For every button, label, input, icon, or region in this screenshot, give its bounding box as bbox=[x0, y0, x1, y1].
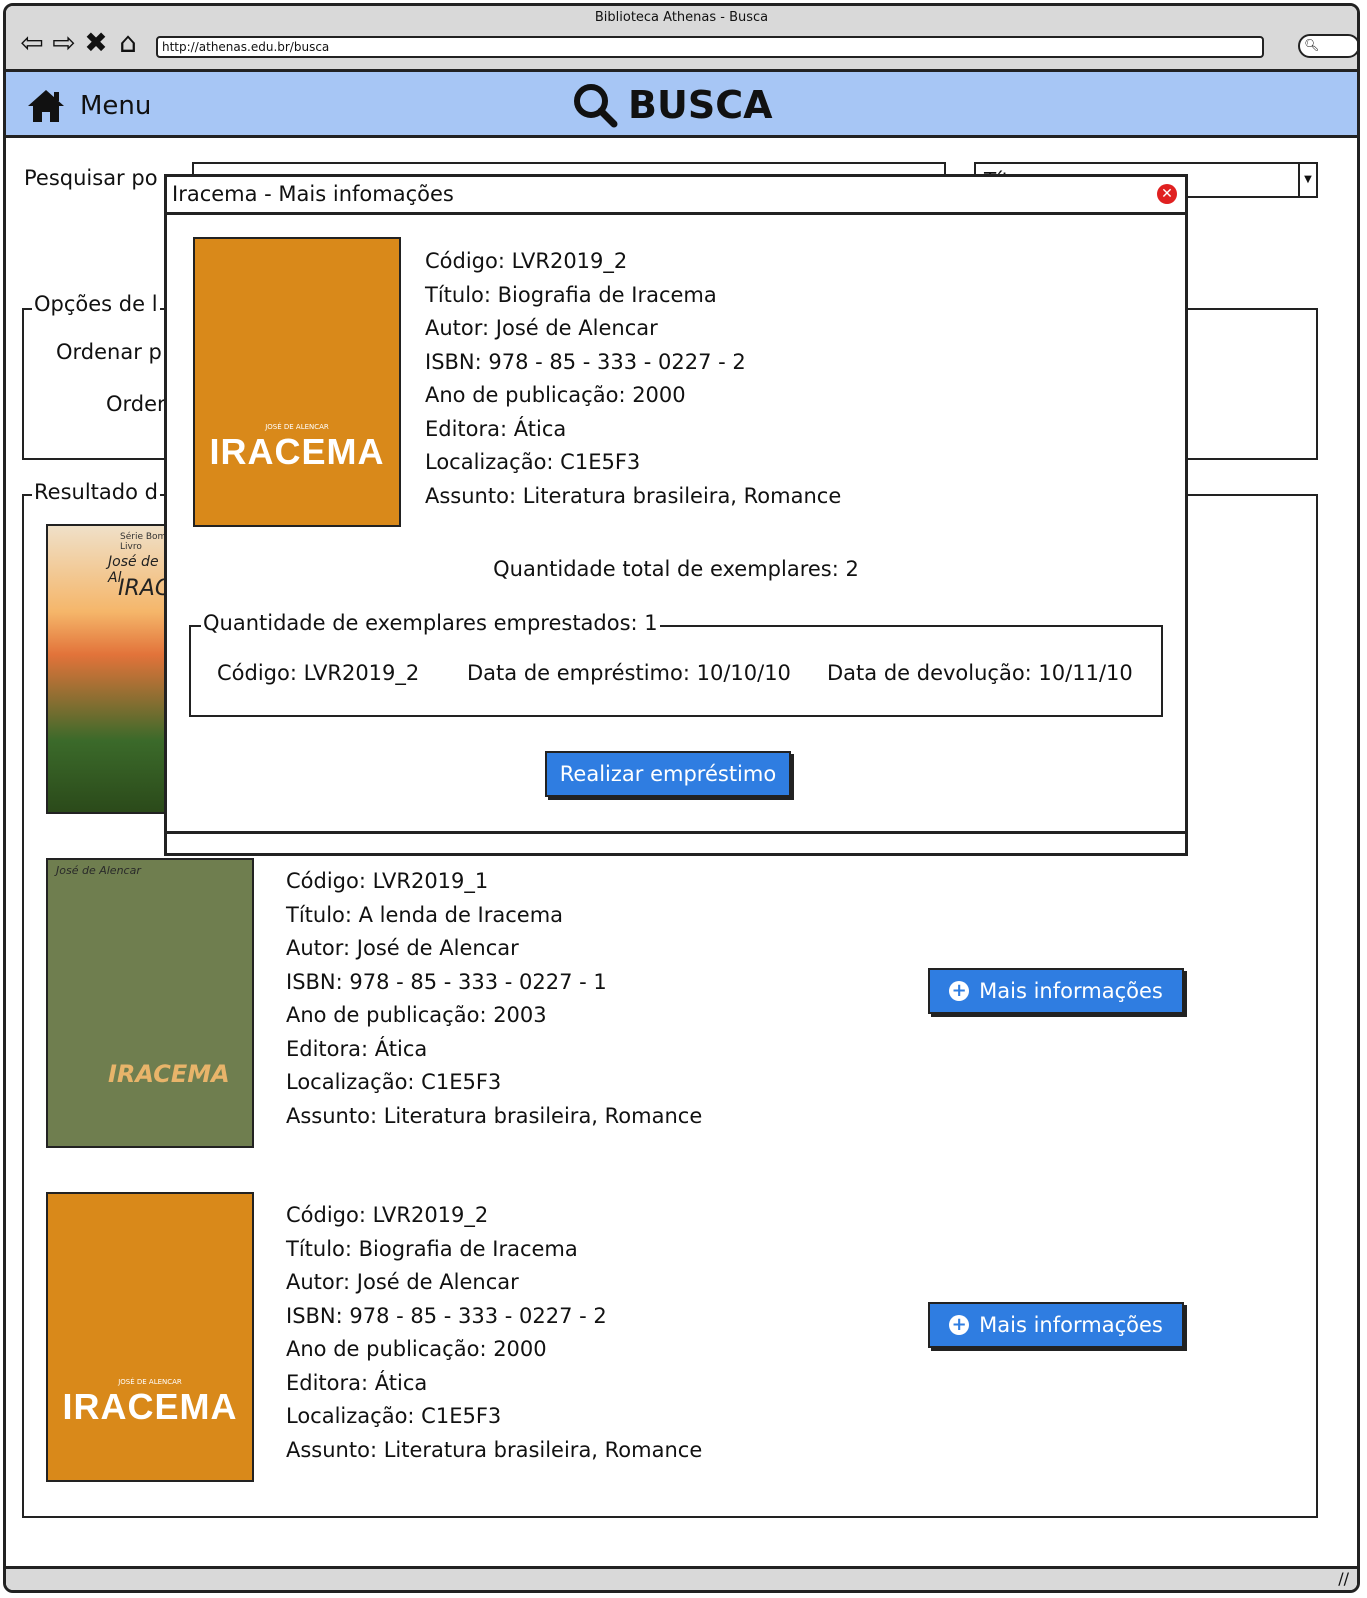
search-icon bbox=[574, 84, 618, 128]
close-icon[interactable]: ✕ bbox=[1157, 184, 1177, 204]
modal-book-info: Código: LVR2019_2 Título: Biografia de I… bbox=[425, 245, 841, 513]
order-by-label: Ordenar p bbox=[56, 340, 162, 364]
loan-button[interactable]: Realizar empréstimo bbox=[545, 751, 791, 797]
modal-title: Iracema - Mais infomações bbox=[172, 182, 454, 206]
loan-date: Data de empréstimo: 10/10/10 bbox=[467, 661, 791, 685]
book-publisher: Editora: Ática bbox=[286, 1036, 428, 1061]
book-details-modal: Iracema - Mais infomações ✕ JOSÉ DE ALEN… bbox=[164, 174, 1188, 856]
book-author: Autor: José de Alencar bbox=[286, 936, 519, 960]
book-code: Código: LVR2019_2 bbox=[425, 249, 628, 273]
search-icon: 🔍︎ bbox=[1304, 38, 1320, 52]
book-year: Ano de publicação: 2000 bbox=[425, 383, 686, 407]
book-code: Código: LVR2019_2 bbox=[286, 1203, 489, 1227]
modal-book-cover: JOSÉ DE ALENCAR IRACEMA bbox=[193, 237, 401, 527]
book-cover-2: José de Alencar IRACEMA bbox=[46, 858, 254, 1148]
browser-window: Biblioteca Athenas - Busca ⇦ ⇨ ✖ ⌂ http://a… bbox=[3, 3, 1360, 1593]
book-subject: Assunto: Literatura brasileira, Romance bbox=[425, 483, 842, 508]
nav-buttons: ⇦ ⇨ ✖ ⌂ bbox=[18, 26, 146, 59]
book-subject: Assunto: Literatura brasileira, Romance bbox=[286, 1103, 703, 1128]
book-publisher: Editora: Ática bbox=[286, 1370, 428, 1395]
book-location: Localização: C1E5F3 bbox=[286, 1070, 502, 1094]
home-icon[interactable]: ⌂ bbox=[114, 26, 146, 59]
forward-icon[interactable]: ⇨ bbox=[50, 26, 82, 59]
book-title: Título: Biografia de Iracema bbox=[425, 282, 717, 307]
options-legend: Opções de l bbox=[32, 292, 160, 316]
status-bar: // bbox=[6, 1566, 1357, 1590]
more-info-label: Mais informações bbox=[979, 979, 1163, 1003]
modal-titlebar: Iracema - Mais infomações ✕ bbox=[167, 177, 1185, 215]
order-label: Order bbox=[106, 392, 166, 416]
cover-author: José de Alencar bbox=[56, 864, 141, 877]
chevron-down-icon[interactable]: ▼ bbox=[1298, 164, 1316, 196]
book-isbn: ISBN: 978 - 85 - 333 - 0227 - 1 bbox=[286, 969, 607, 994]
stop-icon[interactable]: ✖ bbox=[82, 26, 114, 59]
book-year: Ano de publicação: 2003 bbox=[286, 1003, 547, 1027]
window-title: Biblioteca Athenas - Busca bbox=[594, 10, 769, 25]
cover-author: JOSÉ DE ALENCAR bbox=[265, 423, 329, 431]
book-isbn: ISBN: 978 - 85 - 333 - 0227 - 2 bbox=[286, 1303, 607, 1328]
page-title: BUSCA bbox=[572, 82, 773, 128]
page-title-text: BUSCA bbox=[628, 83, 773, 127]
browser-search[interactable]: 🔍︎ bbox=[1298, 34, 1357, 58]
book-location: Localização: C1E5F3 bbox=[425, 450, 641, 474]
loans-legend: Quantidade de exemplares emprestados: 1 bbox=[201, 611, 660, 635]
book-author: Autor: José de Alencar bbox=[425, 316, 658, 340]
resize-grip-icon[interactable]: // bbox=[1338, 1569, 1349, 1588]
book-isbn: ISBN: 978 - 85 - 333 - 0227 - 2 bbox=[425, 349, 746, 374]
book-cover-1: Série Bom Livro José de Al IRACE bbox=[46, 524, 176, 814]
book-info-3: Código: LVR2019_2 Título: Biografia de I… bbox=[286, 1199, 702, 1467]
browser-titlebar: Biblioteca Athenas - Busca ⇦ ⇨ ✖ ⌂ http://a… bbox=[6, 6, 1357, 72]
cover-title: IRACEMA bbox=[108, 1060, 230, 1088]
book-subject: Assunto: Literatura brasileira, Romance bbox=[286, 1437, 703, 1462]
results-legend: Resultado d bbox=[32, 480, 160, 504]
cover-title: IRACEMA bbox=[209, 431, 385, 472]
book-title: Título: A lenda de Iracema bbox=[286, 902, 564, 927]
book-year: Ano de publicação: 2000 bbox=[286, 1337, 547, 1361]
return-date: Data de devolução: 10/11/10 bbox=[827, 661, 1133, 685]
book-author: Autor: José de Alencar bbox=[286, 1270, 519, 1294]
home-icon bbox=[28, 90, 64, 122]
cover-author: JOSÉ DE ALENCAR bbox=[118, 1378, 182, 1386]
book-location: Localização: C1E5F3 bbox=[286, 1404, 502, 1428]
more-info-button-3[interactable]: + Mais informações bbox=[928, 1302, 1184, 1348]
more-info-label: Mais informações bbox=[979, 1313, 1163, 1337]
plus-circle-icon: + bbox=[949, 1315, 970, 1335]
menu-button[interactable]: Menu bbox=[26, 88, 151, 124]
loan-button-label: Realizar empréstimo bbox=[559, 762, 777, 786]
loan-code: Código: LVR2019_2 bbox=[217, 661, 420, 685]
menu-label: Menu bbox=[80, 91, 152, 121]
more-info-button-2[interactable]: + Mais informações bbox=[928, 968, 1184, 1014]
book-title: Título: Biografia de Iracema bbox=[286, 1236, 578, 1261]
back-icon[interactable]: ⇦ bbox=[18, 26, 50, 59]
cover-title: IRACEMA bbox=[62, 1386, 238, 1427]
book-publisher: Editora: Ática bbox=[425, 416, 567, 441]
search-label: Pesquisar po bbox=[24, 166, 158, 190]
book-code: Código: LVR2019_1 bbox=[286, 869, 489, 893]
total-copies: Quantidade total de exemplares: 2 bbox=[493, 557, 859, 581]
address-bar[interactable]: http://athenas.edu.br/busca bbox=[156, 36, 1264, 58]
book-info-2: Código: LVR2019_1 Título: A lenda de Ira… bbox=[286, 865, 702, 1133]
plus-circle-icon: + bbox=[949, 981, 970, 1001]
app-header: Menu BUSCA bbox=[6, 72, 1357, 138]
book-cover-3: JOSÉ DE ALENCAR IRACEMA bbox=[46, 1192, 254, 1482]
modal-footer bbox=[167, 831, 1185, 853]
